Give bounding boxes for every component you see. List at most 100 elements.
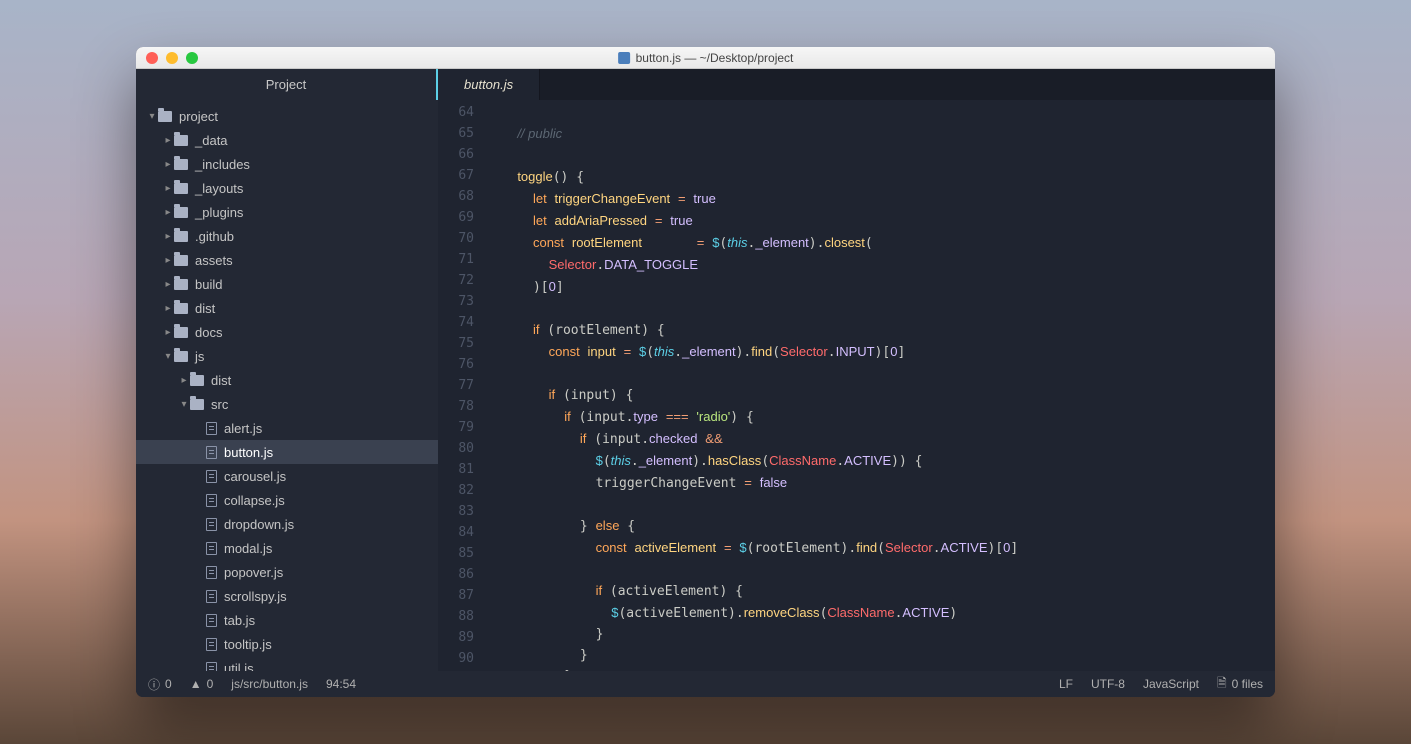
file-icon bbox=[206, 542, 217, 555]
tree-folder-src[interactable]: ▾ src bbox=[136, 392, 438, 416]
status-path[interactable]: js/src/button.js bbox=[231, 677, 308, 691]
chevron-right-icon: ▸ bbox=[162, 207, 174, 218]
tree-item-label: .github bbox=[195, 229, 234, 244]
folder-icon bbox=[190, 375, 204, 386]
chevron-right-icon: ▸ bbox=[178, 375, 190, 386]
folder-icon bbox=[174, 255, 188, 266]
tree-item-label: _plugins bbox=[195, 205, 243, 220]
tree-item-label: dropdown.js bbox=[224, 517, 294, 532]
tree-file-tooltip-js[interactable]: tooltip.js bbox=[136, 632, 438, 656]
error-icon: ⓘ bbox=[148, 676, 160, 693]
chevron-right-icon: ▸ bbox=[162, 183, 174, 194]
file-icon bbox=[206, 566, 217, 579]
editor-window: button.js — ~/Desktop/project Project bu… bbox=[136, 47, 1275, 697]
tree-folder-_data[interactable]: ▸ _data bbox=[136, 128, 438, 152]
tree-item-label: tab.js bbox=[224, 613, 255, 628]
tree-item-label: src bbox=[211, 397, 228, 412]
status-encoding[interactable]: UTF-8 bbox=[1091, 677, 1125, 691]
tree-item-label: docs bbox=[195, 325, 222, 340]
folder-icon bbox=[174, 159, 188, 170]
file-tree[interactable]: ▾ project ▸_data▸_includes▸_layouts▸_plu… bbox=[136, 100, 438, 671]
status-files[interactable]: 🗎 0 files bbox=[1217, 674, 1263, 695]
files-icon: 🗎 bbox=[1217, 674, 1227, 695]
file-icon bbox=[206, 638, 217, 651]
folder-icon bbox=[174, 135, 188, 146]
tree-file-tab-js[interactable]: tab.js bbox=[136, 608, 438, 632]
folder-icon bbox=[174, 207, 188, 218]
minimap[interactable] bbox=[1165, 100, 1275, 671]
close-button[interactable] bbox=[146, 52, 158, 64]
editor-tab-button-js[interactable]: button.js bbox=[438, 69, 540, 100]
window-body: ▾ project ▸_data▸_includes▸_layouts▸_plu… bbox=[136, 100, 1275, 671]
chevron-down-icon: ▾ bbox=[178, 399, 190, 410]
minimize-button[interactable] bbox=[166, 52, 178, 64]
tree-file-dropdown-js[interactable]: dropdown.js bbox=[136, 512, 438, 536]
tree-folder-_plugins[interactable]: ▸ _plugins bbox=[136, 200, 438, 224]
tree-item-label: _data bbox=[195, 133, 228, 148]
tree-file-alert-js[interactable]: alert.js bbox=[136, 416, 438, 440]
tree-root[interactable]: ▾ project bbox=[136, 104, 438, 128]
folder-icon bbox=[158, 111, 172, 122]
code-content[interactable]: // public toggle() { let triggerChangeEv… bbox=[486, 100, 1165, 671]
tree-file-util-js[interactable]: util.js bbox=[136, 656, 438, 671]
chevron-right-icon: ▸ bbox=[162, 159, 174, 170]
chevron-right-icon: ▸ bbox=[162, 231, 174, 242]
status-errors[interactable]: ⓘ 0 bbox=[148, 676, 172, 693]
file-icon bbox=[206, 662, 217, 672]
tree-folder--github[interactable]: ▸ .github bbox=[136, 224, 438, 248]
file-icon bbox=[206, 446, 217, 459]
sidebar-tab-project[interactable]: Project bbox=[136, 69, 438, 100]
window-title: button.js — ~/Desktop/project bbox=[618, 51, 794, 65]
chevron-right-icon: ▸ bbox=[162, 135, 174, 146]
status-eol[interactable]: LF bbox=[1059, 677, 1073, 691]
code-editor[interactable]: 64 65 66 67 68 69 70 71 72 73 74 75 76 7… bbox=[438, 100, 1275, 671]
tree-folder-docs[interactable]: ▸ docs bbox=[136, 320, 438, 344]
chevron-right-icon: ▸ bbox=[162, 303, 174, 314]
tree-folder-dist[interactable]: ▸ dist bbox=[136, 368, 438, 392]
tree-file-modal-js[interactable]: modal.js bbox=[136, 536, 438, 560]
tree-item-label: dist bbox=[211, 373, 231, 388]
line-gutter: 64 65 66 67 68 69 70 71 72 73 74 75 76 7… bbox=[438, 100, 486, 671]
tree-folder-js[interactable]: ▾js bbox=[136, 344, 438, 368]
tree-folder-_layouts[interactable]: ▸ _layouts bbox=[136, 176, 438, 200]
maximize-button[interactable] bbox=[186, 52, 198, 64]
file-icon bbox=[206, 590, 217, 603]
titlebar[interactable]: button.js — ~/Desktop/project bbox=[136, 47, 1275, 69]
file-icon bbox=[206, 494, 217, 507]
status-warnings[interactable]: ▲ 0 bbox=[190, 677, 214, 691]
tree-folder-assets[interactable]: ▸ assets bbox=[136, 248, 438, 272]
file-icon bbox=[206, 470, 217, 483]
tree-folder-build[interactable]: ▸build bbox=[136, 272, 438, 296]
tree-item-label: dist bbox=[195, 301, 215, 316]
folder-icon bbox=[174, 279, 188, 290]
traffic-lights bbox=[146, 52, 198, 64]
tab-bar-empty bbox=[540, 69, 1275, 100]
status-bar: ⓘ 0 ▲ 0 js/src/button.js 94:54 LF UTF-8 … bbox=[136, 671, 1275, 697]
chevron-down-icon: ▾ bbox=[146, 111, 158, 122]
tree-file-carousel-js[interactable]: carousel.js bbox=[136, 464, 438, 488]
tree-item-label: build bbox=[195, 277, 222, 292]
status-language[interactable]: JavaScript bbox=[1143, 677, 1199, 691]
tree-file-button-js[interactable]: button.js bbox=[136, 440, 438, 464]
tree-folder-_includes[interactable]: ▸_includes bbox=[136, 152, 438, 176]
tree-file-collapse-js[interactable]: collapse.js bbox=[136, 488, 438, 512]
app-icon bbox=[618, 52, 630, 64]
tree-item-label: button.js bbox=[224, 445, 273, 460]
folder-icon bbox=[174, 351, 188, 362]
chevron-right-icon: ▸ bbox=[162, 255, 174, 266]
tree-item-label: collapse.js bbox=[224, 493, 285, 508]
tree-file-scrollspy-js[interactable]: scrollspy.js bbox=[136, 584, 438, 608]
tree-item-label: scrollspy.js bbox=[224, 589, 287, 604]
status-cursor[interactable]: 94:54 bbox=[326, 677, 356, 691]
file-icon bbox=[206, 422, 217, 435]
tree-file-popover-js[interactable]: popover.js bbox=[136, 560, 438, 584]
tree-item-label: assets bbox=[195, 253, 233, 268]
tree-item-label: util.js bbox=[224, 661, 254, 672]
warning-icon: ▲ bbox=[190, 677, 202, 691]
tree-item-label: _layouts bbox=[195, 181, 243, 196]
folder-icon bbox=[174, 231, 188, 242]
tree-folder-dist[interactable]: ▸ dist bbox=[136, 296, 438, 320]
tree-root-label: project bbox=[179, 109, 218, 124]
file-icon bbox=[206, 614, 217, 627]
chevron-right-icon: ▸ bbox=[162, 327, 174, 338]
